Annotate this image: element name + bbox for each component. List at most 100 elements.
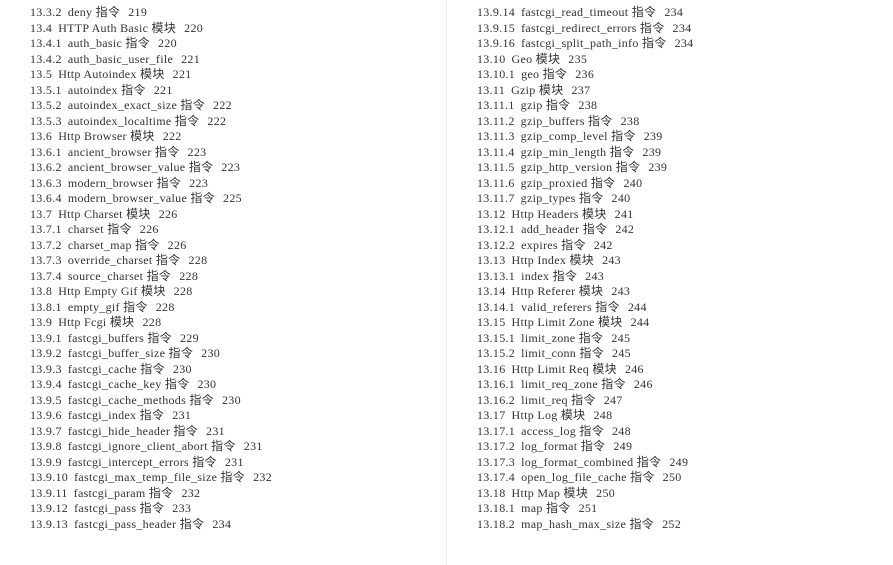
toc-title: valid_referers 指令 xyxy=(521,300,620,314)
toc-page-number: 229 xyxy=(180,331,199,345)
toc-title: ancient_browser_value 指令 xyxy=(68,160,214,174)
toc-entry: 13.6.3modern_browser 指令223 xyxy=(30,176,416,192)
toc-section-number: 13.14 xyxy=(477,284,506,298)
toc-title: fastcgi_buffers 指令 xyxy=(68,331,172,345)
toc-title: fastcgi_cache_key 指令 xyxy=(68,377,190,391)
toc-title: fastcgi_cache 指令 xyxy=(68,362,165,376)
toc-title: modern_browser 指令 xyxy=(68,176,181,190)
toc-page-number: 239 xyxy=(642,145,661,159)
toc-section-number: 13.9.5 xyxy=(30,393,62,407)
toc-page-number: 240 xyxy=(612,191,631,205)
toc-entry: 13.11.5gzip_http_version 指令239 xyxy=(477,160,863,176)
toc-page-number: 234 xyxy=(664,5,683,19)
toc-title: fastcgi_read_timeout 指令 xyxy=(521,5,656,19)
toc-section-number: 13.11.4 xyxy=(477,145,515,159)
toc-entry: 13.15.1limit_zone 指令245 xyxy=(477,331,863,347)
toc-entry: 13.11.1gzip 指令238 xyxy=(477,98,863,114)
toc-section-number: 13.5.1 xyxy=(30,83,62,97)
toc-page-number: 228 xyxy=(156,300,175,314)
toc-section-number: 13.18 xyxy=(477,486,506,500)
toc-section-number: 13.17.4 xyxy=(477,470,515,484)
toc-entry: 13.9.16fastcgi_split_path_info 指令234 xyxy=(477,36,863,52)
toc-title: Http Log 模块 xyxy=(512,408,586,422)
toc-section-number: 13.11 xyxy=(477,83,505,97)
toc-section-number: 13.5.2 xyxy=(30,98,62,112)
toc-entry: 13.11Gzip 模块237 xyxy=(477,83,863,99)
toc-entry: 13.6.2ancient_browser_value 指令223 xyxy=(30,160,416,176)
toc-section-number: 13.5.3 xyxy=(30,114,62,128)
toc-page-number: 230 xyxy=(197,377,216,391)
toc-section-number: 13.9.3 xyxy=(30,362,62,376)
toc-page-number: 234 xyxy=(673,21,692,35)
toc-section-number: 13.9.14 xyxy=(477,5,515,19)
toc-page-number: 245 xyxy=(611,331,630,345)
toc-section-number: 13.3.2 xyxy=(30,5,62,19)
toc-entry: 13.18.1map 指令251 xyxy=(477,501,863,517)
toc-page-number: 249 xyxy=(669,455,688,469)
toc-title: Geo 模块 xyxy=(512,52,561,66)
toc-entry: 13.9.6fastcgi_index 指令231 xyxy=(30,408,416,424)
toc-section-number: 13.11.7 xyxy=(477,191,515,205)
toc-left-column: 13.3.2deny 指令21913.4HTTP Auth Basic 模块22… xyxy=(0,0,447,565)
toc-title: Http Autoindex 模块 xyxy=(58,67,164,81)
toc-section-number: 13.13 xyxy=(477,253,506,267)
toc-title: limit_req 指令 xyxy=(521,393,596,407)
toc-section-number: 13.14.1 xyxy=(477,300,515,314)
toc-title: fastcgi_pass 指令 xyxy=(74,501,164,515)
toc-entry: 13.12.2expires 指令242 xyxy=(477,238,863,254)
toc-entry: 13.13Http Index 模块243 xyxy=(477,253,863,269)
toc-entry: 13.9.7fastcgi_hide_header 指令231 xyxy=(30,424,416,440)
toc-section-number: 13.9.7 xyxy=(30,424,62,438)
toc-entry: 13.11.4gzip_min_length 指令239 xyxy=(477,145,863,161)
toc-entry: 13.6Http Browser 模块222 xyxy=(30,129,416,145)
toc-title: empty_gif 指令 xyxy=(68,300,148,314)
toc-page-number: 231 xyxy=(225,455,244,469)
toc-page-number: 219 xyxy=(128,5,147,19)
toc-page-number: 230 xyxy=(173,362,192,376)
toc-entry: 13.11.3gzip_comp_level 指令239 xyxy=(477,129,863,145)
toc-title: fastcgi_param 指令 xyxy=(74,486,174,500)
toc-title: Http Headers 模块 xyxy=(512,207,607,221)
toc-section-number: 13.8 xyxy=(30,284,52,298)
toc-title: fastcgi_pass_header 指令 xyxy=(74,517,204,531)
toc-title: gzip 指令 xyxy=(521,98,571,112)
toc-section-number: 13.17.3 xyxy=(477,455,515,469)
toc-title: fastcgi_buffer_size 指令 xyxy=(68,346,193,360)
toc-page-number: 234 xyxy=(675,36,694,50)
toc-page-number: 221 xyxy=(181,52,200,66)
toc-entry: 13.3.2deny 指令219 xyxy=(30,5,416,21)
toc-page-number: 233 xyxy=(172,501,191,515)
toc-title: fastcgi_cache_methods 指令 xyxy=(68,393,214,407)
toc-title: auth_basic_user_file xyxy=(68,52,173,66)
toc-section-number: 13.7.4 xyxy=(30,269,62,283)
toc-section-number: 13.7 xyxy=(30,207,52,221)
toc-entry: 13.7.1charset 指令226 xyxy=(30,222,416,238)
toc-page-number: 220 xyxy=(184,21,203,35)
toc-page-number: 222 xyxy=(207,114,226,128)
toc-entry: 13.17Http Log 模块248 xyxy=(477,408,863,424)
toc-section-number: 13.11.2 xyxy=(477,114,515,128)
toc-section-number: 13.17 xyxy=(477,408,506,422)
toc-title: gzip_http_version 指令 xyxy=(521,160,641,174)
toc-entry: 13.5Http Autoindex 模块221 xyxy=(30,67,416,83)
toc-entry: 13.7.2charset_map 指令226 xyxy=(30,238,416,254)
toc-entry: 13.9.2fastcgi_buffer_size 指令230 xyxy=(30,346,416,362)
toc-title: Http Fcgi 模块 xyxy=(58,315,134,329)
toc-entry: 13.9.10fastcgi_max_temp_file_size 指令232 xyxy=(30,470,416,486)
toc-title: log_format_combined 指令 xyxy=(521,455,661,469)
toc-section-number: 13.10 xyxy=(477,52,506,66)
toc-title: access_log 指令 xyxy=(521,424,604,438)
toc-entry: 13.6.4modern_browser_value 指令225 xyxy=(30,191,416,207)
toc-section-number: 13.9 xyxy=(30,315,52,329)
toc-section-number: 13.15.1 xyxy=(477,331,515,345)
toc-entry: 13.17.1 access_log 指令 248 xyxy=(477,424,863,440)
toc-title: autoindex_localtime 指令 xyxy=(68,114,200,128)
toc-title: open_log_file_cache 指令 xyxy=(521,470,655,484)
toc-section-number: 13.12.2 xyxy=(477,238,515,252)
toc-title: expires 指令 xyxy=(521,238,586,252)
toc-entry: 13.5.2autoindex_exact_size 指令222 xyxy=(30,98,416,114)
toc-page-number: 248 xyxy=(612,424,631,438)
toc-section-number: 13.16.2 xyxy=(477,393,515,407)
toc-entry: 13.14.1valid_referers 指令244 xyxy=(477,300,863,316)
toc-section-number: 13.17.1 xyxy=(477,424,515,438)
